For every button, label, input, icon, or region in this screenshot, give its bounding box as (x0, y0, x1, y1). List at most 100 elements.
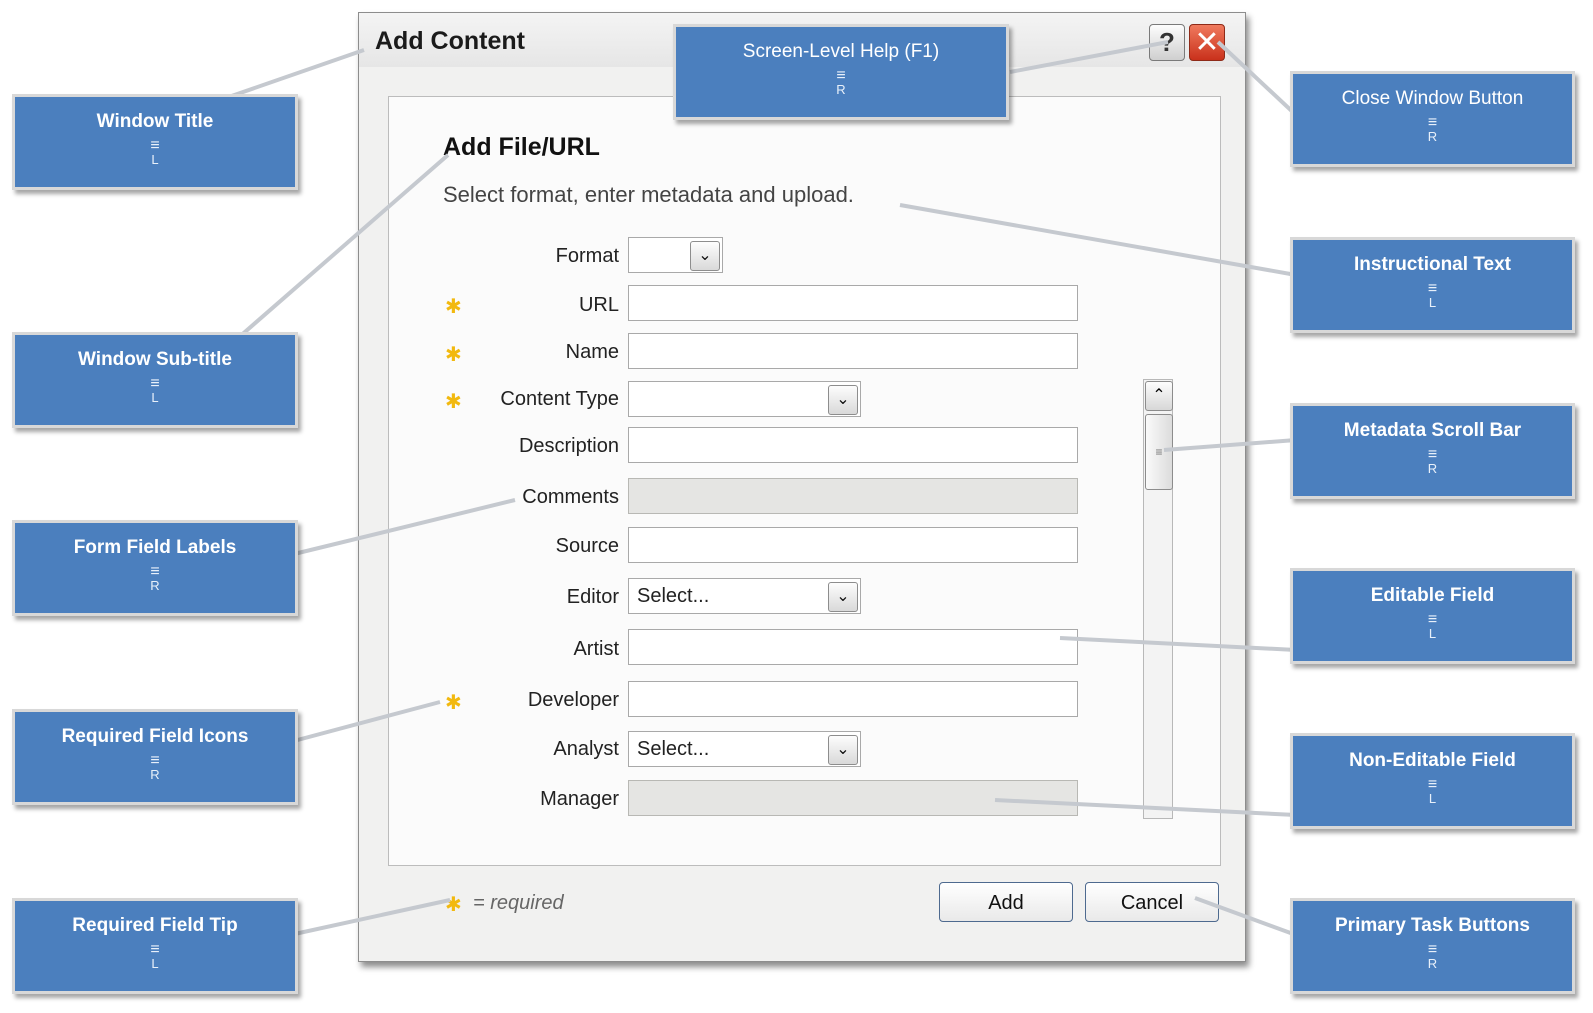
required-field-icon: ✱ (445, 692, 462, 714)
callout-instructional-text-align: L (1428, 295, 1437, 310)
metadata-panel: Add File/URL Select format, enter metada… (388, 96, 1221, 866)
callout-close-window-button-align: R (1427, 129, 1438, 144)
required-field-icon: ✱ (445, 391, 462, 413)
add-content-dialog: Add Content ? ✕ Add File/URL Select form… (358, 12, 1246, 962)
close-icon: ✕ (1194, 26, 1220, 59)
connector-window-title (219, 48, 365, 102)
content-type-select[interactable]: ⌄ (628, 381, 861, 417)
artist-label: Artist (573, 638, 619, 660)
callout-form-field-labels: Form Field Labels ≡ R (12, 520, 298, 616)
callout-screen-level-help: Screen-Level Help (F1) ≡ R (673, 24, 1009, 120)
callout-screen-level-help-align: R (836, 82, 846, 97)
name-label: Name (565, 341, 619, 363)
callout-form-field-labels-text: Form Field Labels (73, 537, 237, 558)
callout-required-field-icons-text: Required Field Icons (61, 726, 249, 747)
callout-window-subtitle-align: L (151, 390, 159, 405)
callout-metadata-scroll-bar: Metadata Scroll Bar ≡ R (1290, 403, 1575, 499)
window-subtitle: Add File/URL (443, 133, 600, 161)
manager-input-disabled (628, 780, 1078, 816)
callout-non-editable-field: Non-Editable Field ≡ L (1290, 733, 1575, 829)
callout-window-title-text: Window Title (96, 111, 214, 132)
callout-window-subtitle-text: Window Sub-title (78, 349, 232, 370)
analyst-select-value: Select... (637, 738, 710, 760)
align-lines-icon: ≡ (150, 941, 160, 958)
callout-non-editable-field-text: Non-Editable Field (1349, 750, 1516, 771)
callout-window-subtitle: Window Sub-title ≡ L (12, 332, 298, 428)
source-label: Source (555, 535, 619, 557)
callout-window-title-align: L (151, 152, 159, 167)
help-button[interactable]: ? (1149, 24, 1185, 61)
close-window-button[interactable]: ✕ (1189, 24, 1225, 61)
callout-required-field-icons: Required Field Icons ≡ R (12, 709, 298, 805)
chevron-down-icon[interactable]: ⌄ (828, 735, 858, 765)
developer-label: Developer (527, 689, 619, 711)
url-label: URL (578, 294, 619, 316)
cancel-button[interactable]: Cancel (1085, 882, 1219, 922)
callout-required-field-tip: Required Field Tip ≡ L (12, 898, 298, 994)
required-field-icon: ✱ (445, 296, 462, 318)
required-tip-star-icon: ✱ (445, 894, 462, 916)
help-icon: ? (1159, 27, 1175, 57)
url-input[interactable] (628, 285, 1078, 321)
callout-primary-task-buttons-text: Primary Task Buttons (1335, 915, 1530, 936)
instructional-text: Select format, enter metadata and upload… (443, 182, 854, 207)
align-lines-icon: ≡ (1427, 280, 1438, 297)
align-lines-icon: ≡ (1427, 941, 1438, 958)
align-lines-icon: ≡ (1427, 611, 1438, 628)
editor-label: Editor (566, 586, 619, 608)
align-lines-icon: ≡ (150, 375, 160, 392)
chevron-down-icon[interactable]: ⌄ (690, 241, 720, 271)
callout-window-title: Window Title ≡ L (12, 94, 298, 190)
callout-editable-field-text: Editable Field (1370, 585, 1495, 606)
comments-label: Comments (522, 486, 619, 508)
add-button[interactable]: Add (939, 882, 1073, 922)
callout-non-editable-field-align: L (1428, 791, 1437, 806)
format-label: Format (555, 245, 619, 267)
grip-icon: ≡ (1155, 445, 1163, 459)
content-type-label: Content Type (500, 388, 619, 410)
required-field-tip: = required (473, 892, 564, 914)
callout-editable-field: Editable Field ≡ L (1290, 568, 1575, 664)
callout-metadata-scroll-bar-align: R (1427, 461, 1438, 476)
align-lines-icon: ≡ (150, 137, 160, 154)
editor-select-value: Select... (637, 585, 710, 607)
callout-primary-task-buttons-align: R (1427, 956, 1438, 971)
callout-editable-field-align: L (1428, 626, 1437, 641)
chevron-down-icon[interactable]: ⌄ (828, 582, 858, 612)
callout-primary-task-buttons: Primary Task Buttons ≡ R (1290, 898, 1575, 994)
required-field-icon: ✱ (445, 344, 462, 366)
metadata-scroll-bar[interactable]: ⌃ ≡ (1143, 379, 1173, 819)
callout-required-field-tip-align: L (151, 956, 159, 971)
callout-required-field-tip-text: Required Field Tip (72, 915, 238, 936)
align-lines-icon: ≡ (150, 563, 160, 580)
align-lines-icon: ≡ (1427, 446, 1438, 463)
callout-required-field-icons-align: R (150, 767, 160, 782)
scroll-thumb[interactable]: ≡ (1145, 414, 1173, 490)
description-label: Description (518, 435, 619, 457)
comments-input-disabled (628, 478, 1078, 514)
chevron-down-icon[interactable]: ⌄ (828, 385, 858, 415)
format-select[interactable]: ⌄ (628, 237, 723, 273)
callout-instructional-text-text: Instructional Text (1354, 254, 1511, 275)
manager-label: Manager (540, 788, 619, 810)
analyst-label: Analyst (553, 738, 619, 760)
callout-metadata-scroll-bar-text: Metadata Scroll Bar (1343, 420, 1522, 441)
align-lines-icon: ≡ (150, 752, 160, 769)
scroll-up-button[interactable]: ⌃ (1145, 381, 1173, 411)
artist-input[interactable] (628, 629, 1078, 665)
editor-select[interactable]: Select... ⌄ (628, 578, 861, 614)
analyst-select[interactable]: Select... ⌄ (628, 731, 861, 767)
window-title: Add Content (375, 27, 525, 55)
callout-instructional-text: Instructional Text ≡ L (1290, 237, 1575, 333)
align-lines-icon: ≡ (836, 67, 846, 84)
callout-close-window-button-text: Close Window Button (1341, 88, 1524, 109)
source-input[interactable] (628, 527, 1078, 563)
chevron-up-icon: ⌃ (1152, 387, 1166, 404)
callout-close-window-button: Close Window Button ≡ R (1290, 71, 1575, 167)
callout-form-field-labels-align: R (150, 578, 160, 593)
name-input[interactable] (628, 333, 1078, 369)
align-lines-icon: ≡ (1427, 776, 1438, 793)
developer-input[interactable] (628, 681, 1078, 717)
description-input[interactable] (628, 427, 1078, 463)
align-lines-icon: ≡ (1427, 114, 1438, 131)
